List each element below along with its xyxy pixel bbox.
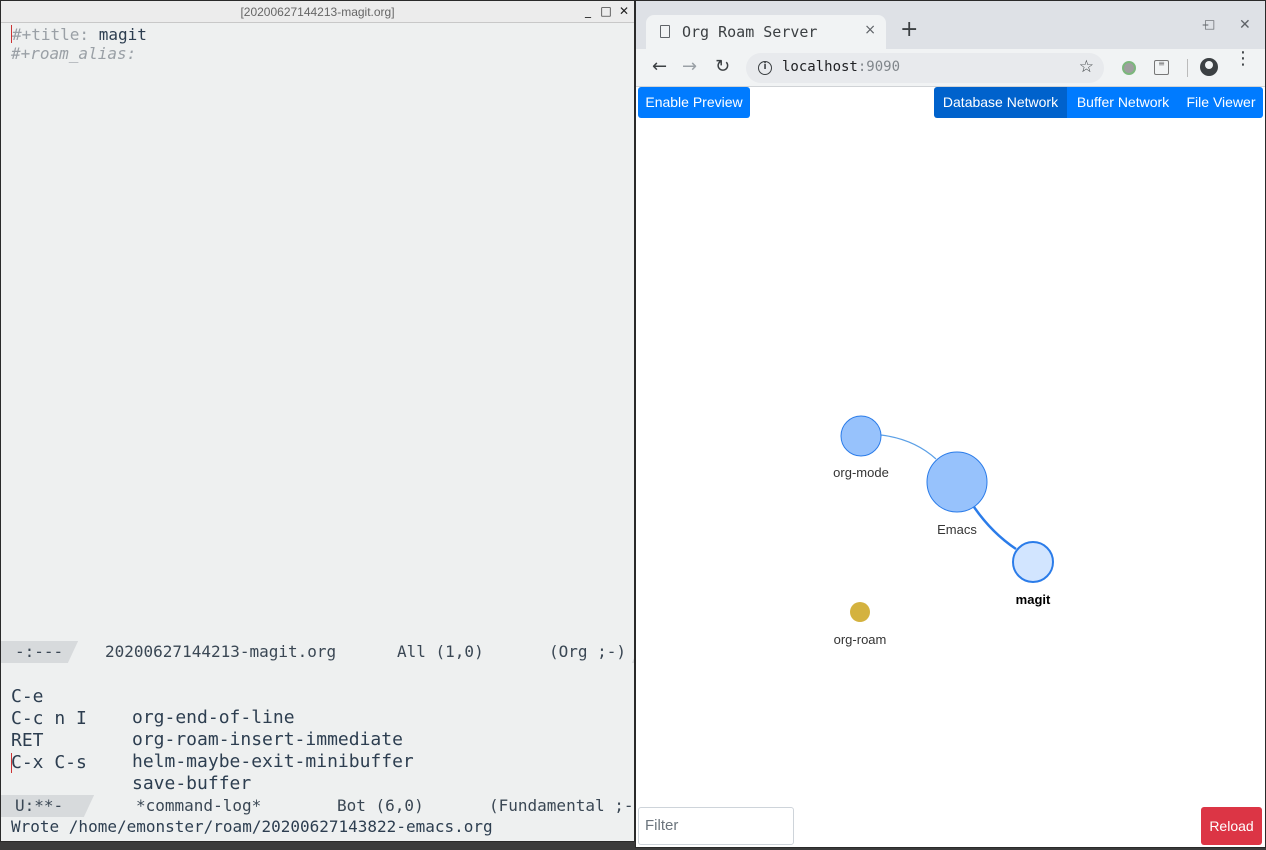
graph-node[interactable] [926, 451, 988, 513]
command-log-buffer[interactable]: C-e org-end-of-line C-c n I org-roam-ins… [1, 663, 634, 794]
echo-area: Wrote /home/emonster/roam/20200627143822… [1, 817, 634, 839]
new-tab-icon[interactable]: + [900, 19, 918, 41]
graph-edge [880, 434, 937, 460]
modeline-top[interactable]: -:--- 20200627144213-magit.org All (1,0)… [1, 641, 634, 663]
window-maximize-icon[interactable]: □ [1204, 17, 1215, 31]
modeline-position: All (1,0) [397, 642, 484, 661]
modeline-status: -:--- [15, 642, 64, 661]
forward-icon[interactable]: → [682, 57, 697, 77]
alias-keyword: #+roam_alias: [11, 44, 137, 63]
modeline-mode: (Fundamental ;- [489, 796, 634, 815]
network-graph[interactable]: org-mode Emacs magit org-roam [636, 87, 1265, 787]
filter-input[interactable]: Filter [638, 807, 794, 845]
command-name: helm-maybe-exit-minibuffer [132, 751, 414, 772]
browser-tab[interactable]: Org Roam Server × [646, 15, 886, 49]
reload-button[interactable]: Reload [1201, 807, 1262, 845]
graph-node[interactable] [840, 415, 882, 457]
text-cursor [11, 753, 12, 773]
reader-mode-icon[interactable]: ≡ [1154, 60, 1169, 75]
bookmark-star-icon[interactable]: ☆ [1079, 57, 1094, 77]
page-icon [660, 25, 670, 38]
reload-icon[interactable]: ↻ [715, 57, 730, 77]
command-name: save-buffer [132, 773, 252, 794]
modeline-mode: (Org ;-) [549, 642, 627, 661]
back-icon[interactable]: ← [652, 57, 667, 77]
graph-node-label: org-roam [834, 632, 887, 647]
graph-node-label: magit [1016, 592, 1051, 607]
modeline-status: U:**- [15, 796, 64, 815]
window-close-icon[interactable]: ✕ [1239, 17, 1251, 33]
command-key: C-x C-s [11, 752, 87, 773]
browser-toolbar: ← → ↻ i localhost:9090 ☆ ≡ ⋮ [636, 49, 1265, 87]
close-icon[interactable]: ✕ [617, 4, 631, 18]
tab-strip: Org Roam Server × + – □ ✕ [636, 1, 1265, 49]
alias-line[interactable]: #+roam_alias: [11, 44, 136, 63]
title-value: magit [89, 25, 147, 44]
emacs-window: [20200627144213-magit.org] _ □ ✕ #+title… [0, 0, 635, 842]
graph-node[interactable] [1012, 541, 1054, 583]
graph-node[interactable] [850, 602, 870, 622]
modeline-position: Bot (6,0) [337, 796, 424, 815]
title-keyword: #+title: [12, 25, 90, 44]
modeline-bottom[interactable]: U:**- *command-log* Bot (6,0) (Fundament… [1, 795, 634, 817]
page-content: Enable Preview Database Network Buffer N… [636, 87, 1265, 847]
account-icon[interactable] [1200, 58, 1218, 76]
minimize-icon[interactable]: _ [581, 4, 595, 18]
command-name: org-roam-insert-immediate [132, 729, 403, 750]
info-icon[interactable]: i [758, 61, 772, 75]
graph-node-label: Emacs [937, 522, 977, 537]
maximize-icon[interactable]: □ [599, 4, 613, 18]
menu-icon[interactable]: ⋮ [1234, 50, 1252, 68]
graph-node-label: org-mode [833, 465, 889, 480]
toolbar-divider [1187, 59, 1188, 77]
modeline-buffer-name: *command-log* [136, 796, 262, 815]
modeline-buffer-name: 20200627144213-magit.org [105, 642, 337, 661]
graph-edge [972, 506, 1017, 551]
url-text: localhost:9090 [782, 59, 901, 75]
emacs-window-title: [20200627144213-magit.org] [240, 5, 395, 19]
tab-title: Org Roam Server [682, 23, 818, 41]
tab-close-icon[interactable]: × [864, 22, 876, 38]
emacs-titlebar: [20200627144213-magit.org] _ □ ✕ [1, 1, 634, 23]
org-buffer[interactable]: #+title: magit #+roam_alias: [1, 23, 634, 639]
extension-icon[interactable] [1122, 61, 1136, 75]
address-bar[interactable]: i localhost:9090 ☆ [746, 53, 1104, 83]
command-name: org-end-of-line [132, 707, 295, 728]
title-line[interactable]: #+title: magit [11, 25, 147, 44]
browser-window: Org Roam Server × + – □ ✕ ← → ↻ i localh… [635, 0, 1266, 848]
